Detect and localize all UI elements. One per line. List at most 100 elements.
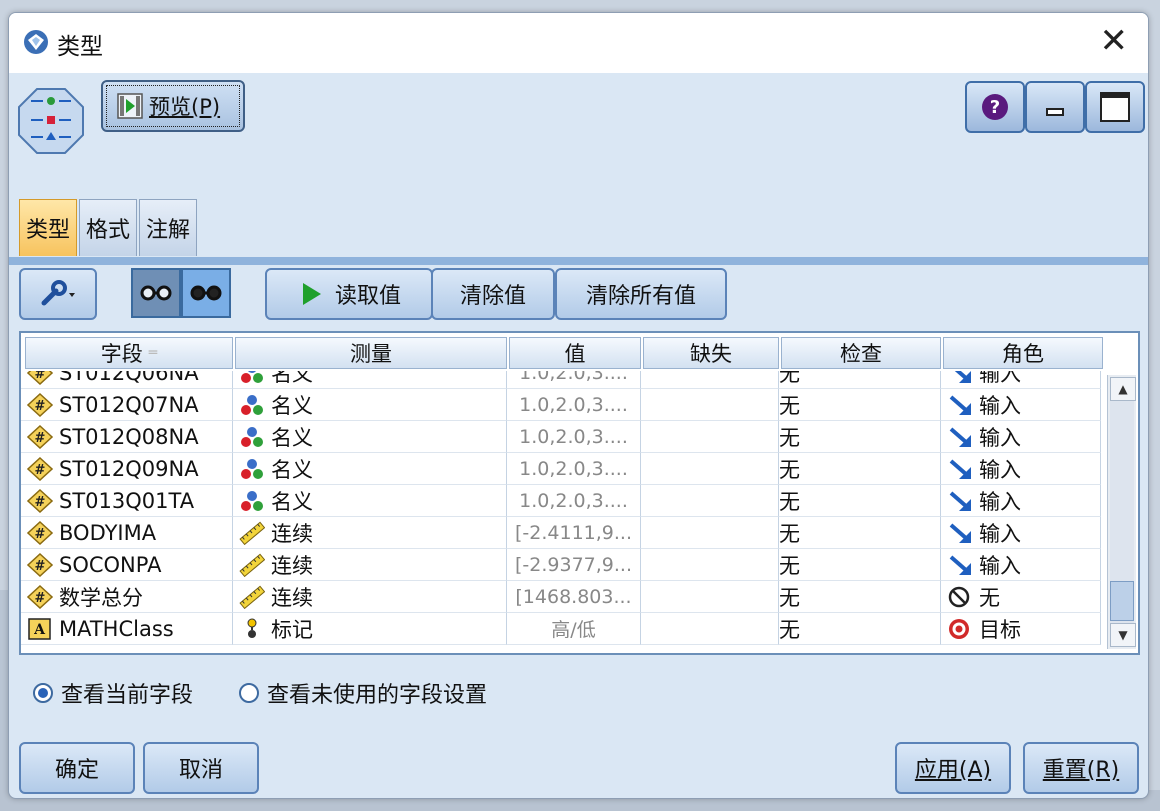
missing-cell[interactable] (641, 371, 779, 389)
measure-cell[interactable]: 名义 (233, 453, 507, 485)
table-row[interactable]: # ST012Q07NA 名义 1.0,2.0,3.... 无 输入 (21, 389, 1101, 421)
missing-cell[interactable] (641, 485, 779, 517)
missing-cell[interactable] (641, 453, 779, 485)
tab-annotation[interactable]: 注解 (139, 199, 198, 256)
view-current-fields-option[interactable]: 查看当前字段 (33, 677, 193, 709)
field-cell[interactable]: A MATHClass (21, 613, 233, 645)
table-row[interactable]: # SOCONPA 连续 [-2.9377,9... 无 输入 (21, 549, 1101, 581)
field-cell[interactable]: # BODYIMA (21, 517, 233, 549)
minimize-button[interactable] (1025, 81, 1085, 133)
table-row[interactable]: # ST012Q09NA 名义 1.0,2.0,3.... 无 输入 (21, 453, 1101, 485)
field-cell[interactable]: # ST012Q06NA (21, 371, 233, 389)
missing-cell[interactable] (641, 517, 779, 549)
continuous-icon (239, 521, 265, 545)
cancel-button[interactable]: 取消 (143, 742, 259, 794)
check-cell[interactable]: 无 (779, 517, 941, 549)
close-button[interactable]: ✕ (1100, 23, 1129, 59)
column-header-role[interactable]: 角色 (943, 337, 1103, 369)
measure-cell[interactable]: 名义 (233, 371, 507, 389)
column-header-measure[interactable]: 测量 (235, 337, 507, 369)
values-cell[interactable]: 1.0,2.0,3.... (507, 371, 641, 389)
check-text: 无 (779, 521, 800, 546)
values-cell[interactable]: 1.0,2.0,3.... (507, 485, 641, 517)
apply-button[interactable]: 应用(A) (895, 742, 1011, 794)
missing-cell[interactable] (641, 581, 779, 613)
table-row[interactable]: # ST012Q08NA 名义 1.0,2.0,3.... 无 输入 (21, 421, 1101, 453)
field-cell[interactable]: # ST012Q09NA (21, 453, 233, 485)
measure-cell[interactable]: 名义 (233, 485, 507, 517)
values-cell[interactable]: [-2.4111,9... (507, 517, 641, 549)
check-cell[interactable]: 无 (779, 421, 941, 453)
tools-menu-button[interactable] (19, 268, 97, 320)
table-row[interactable]: A MATHClass 标记 高/低 无 目标 (21, 613, 1101, 645)
values-cell[interactable]: 高/低 (507, 613, 641, 645)
check-cell[interactable]: 无 (779, 549, 941, 581)
role-cell[interactable]: 输入 (941, 371, 1101, 389)
reset-button[interactable]: 重置(R) (1023, 742, 1139, 794)
view-toggle-right[interactable] (181, 268, 231, 318)
maximize-button[interactable] (1085, 81, 1145, 133)
field-cell[interactable]: # ST012Q08NA (21, 421, 233, 453)
radio-current-fields[interactable] (33, 683, 53, 703)
role-cell[interactable]: 输入 (941, 549, 1101, 581)
check-cell[interactable]: 无 (779, 371, 941, 389)
scroll-up-arrow-icon[interactable]: ▲ (1110, 377, 1136, 401)
measure-cell[interactable]: 名义 (233, 389, 507, 421)
check-cell[interactable]: 无 (779, 389, 941, 421)
preview-button[interactable]: 预览(P) (101, 80, 245, 132)
field-cell[interactable]: # 数学总分 (21, 581, 233, 613)
field-cell[interactable]: # ST012Q07NA (21, 389, 233, 421)
missing-cell[interactable] (641, 613, 779, 645)
radio-unused-fields[interactable] (239, 683, 259, 703)
table-row[interactable]: # ST013Q01TA 名义 1.0,2.0,3.... 无 输入 (21, 485, 1101, 517)
missing-cell[interactable] (641, 549, 779, 581)
check-cell[interactable]: 无 (779, 485, 941, 517)
vertical-scrollbar[interactable]: ▲ ▼ (1107, 375, 1136, 649)
role-cell[interactable]: 输入 (941, 389, 1101, 421)
tab-format[interactable]: 格式 (79, 199, 138, 256)
column-header-check[interactable]: 检查 (781, 337, 941, 369)
field-cell[interactable]: # SOCONPA (21, 549, 233, 581)
role-cell[interactable]: 输入 (941, 485, 1101, 517)
column-header-field[interactable]: 字段 ═ (25, 337, 233, 369)
values-cell[interactable]: 1.0,2.0,3.... (507, 421, 641, 453)
tab-type[interactable]: 类型 (19, 199, 78, 256)
field-cell[interactable]: # ST013Q01TA (21, 485, 233, 517)
read-values-button[interactable]: 读取值 (265, 268, 433, 320)
check-cell[interactable]: 无 (779, 613, 941, 645)
scroll-down-arrow-icon[interactable]: ▼ (1110, 623, 1136, 647)
measure-cell[interactable]: 连续 (233, 517, 507, 549)
ok-button[interactable]: 确定 (19, 742, 135, 794)
dark-glasses-icon (190, 285, 222, 301)
role-cell[interactable]: 目标 (941, 613, 1101, 645)
column-header-values[interactable]: 值 (509, 337, 641, 369)
missing-cell[interactable] (641, 421, 779, 453)
values-cell[interactable]: 1.0,2.0,3.... (507, 453, 641, 485)
table-row[interactable]: # 数学总分 连续 [1468.803... 无 无 (21, 581, 1101, 613)
column-header-missing[interactable]: 缺失 (643, 337, 779, 369)
clear-all-values-button[interactable]: 清除所有值 (555, 268, 727, 320)
scrollbar-track[interactable] (1110, 401, 1134, 623)
role-cell[interactable]: 输入 (941, 517, 1101, 549)
values-cell[interactable]: [-2.9377,9... (507, 549, 641, 581)
role-cell[interactable]: 输入 (941, 421, 1101, 453)
role-cell[interactable]: 输入 (941, 453, 1101, 485)
measure-cell[interactable]: 连续 (233, 549, 507, 581)
measure-cell[interactable]: 连续 (233, 581, 507, 613)
measure-cell[interactable]: 名义 (233, 421, 507, 453)
diamond-app-icon (24, 30, 48, 54)
missing-cell[interactable] (641, 389, 779, 421)
table-row[interactable]: # BODYIMA 连续 [-2.4111,9... 无 输入 (21, 517, 1101, 549)
check-cell[interactable]: 无 (779, 453, 941, 485)
values-cell[interactable]: [1468.803... (507, 581, 641, 613)
values-cell[interactable]: 1.0,2.0,3.... (507, 389, 641, 421)
help-button[interactable]: ? (965, 81, 1025, 133)
view-toggle-left[interactable] (131, 268, 181, 318)
check-cell[interactable]: 无 (779, 581, 941, 613)
measure-cell[interactable]: 标记 (233, 613, 507, 645)
view-unused-fields-option[interactable]: 查看未使用的字段设置 (239, 677, 487, 709)
table-row[interactable]: # ST012Q06NA 名义 1.0,2.0,3.... 无 输入 (21, 371, 1101, 389)
clear-values-button[interactable]: 清除值 (431, 268, 555, 320)
role-cell[interactable]: 无 (941, 581, 1101, 613)
scrollbar-thumb[interactable] (1110, 581, 1134, 621)
